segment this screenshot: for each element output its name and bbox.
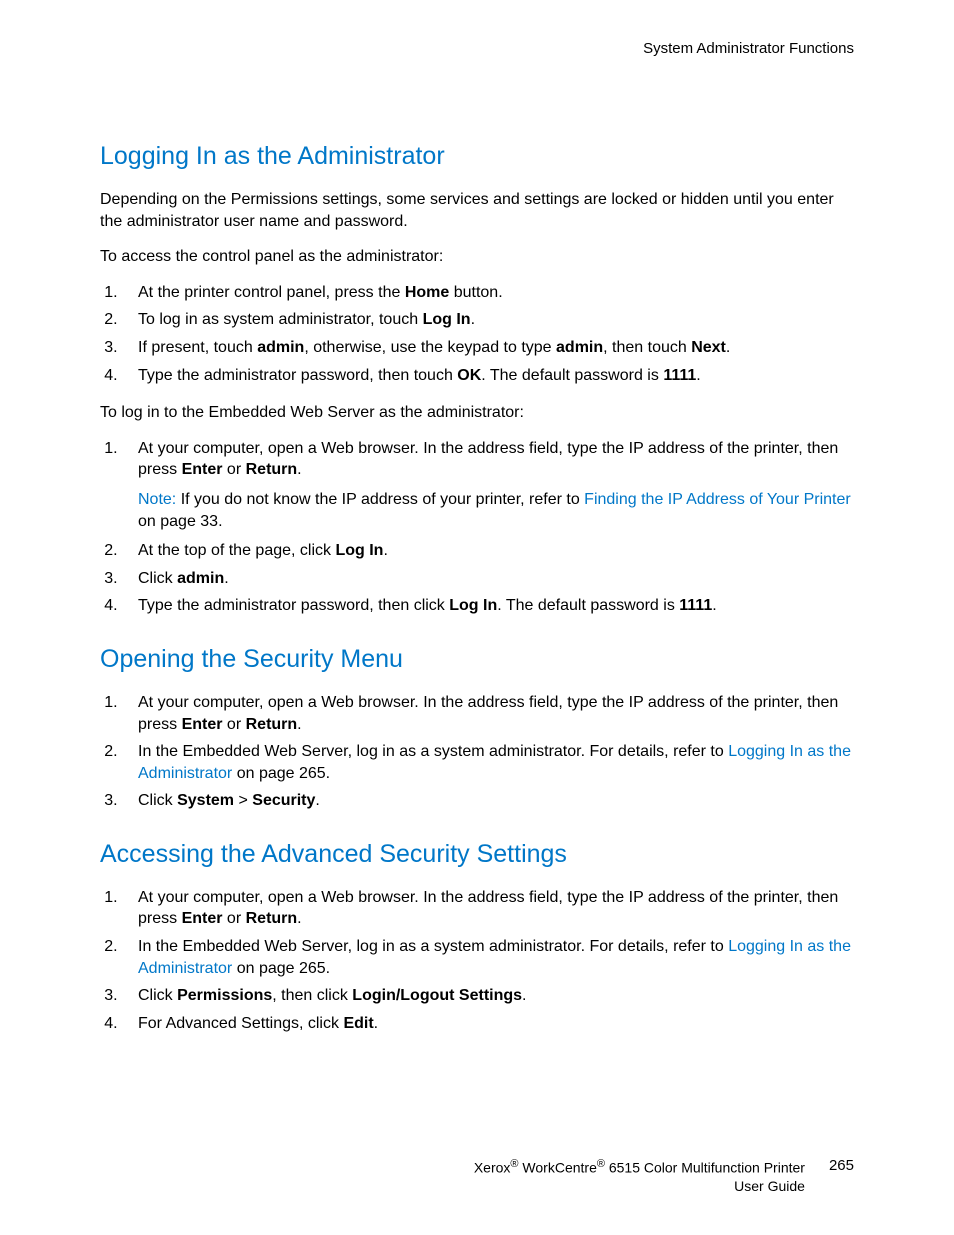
list-b: At your computer, open a Web browser. In… <box>100 438 854 617</box>
list-item: At the top of the page, click Log In. <box>122 540 854 562</box>
list-item: Type the administrator password, then cl… <box>122 595 854 617</box>
list-item: At your computer, open a Web browser. In… <box>122 438 854 532</box>
list-item: Click System > Security. <box>122 790 854 812</box>
link-ip-address[interactable]: Finding the IP Address of Your Printer <box>584 491 851 508</box>
heading-logging-in: Logging In as the Administrator <box>100 142 854 171</box>
list-item: Click Permissions, then click Login/Logo… <box>122 985 854 1007</box>
page-header: System Administrator Functions <box>100 40 854 57</box>
list-item: For Advanced Settings, click Edit. <box>122 1013 854 1035</box>
list-security: At your computer, open a Web browser. In… <box>100 692 854 812</box>
list-item: At your computer, open a Web browser. In… <box>122 692 854 735</box>
list-item: Type the administrator password, then to… <box>122 365 854 387</box>
note-label: Note: <box>138 491 181 508</box>
list-item: If present, touch admin, otherwise, use … <box>122 337 854 359</box>
sub-a-lead: To access the control panel as the admin… <box>100 246 854 268</box>
heading-security-menu: Opening the Security Menu <box>100 645 854 674</box>
section-advanced-security: Accessing the Advanced Security Settings… <box>100 840 854 1035</box>
list-item: In the Embedded Web Server, log in as a … <box>122 741 854 784</box>
list-item: In the Embedded Web Server, log in as a … <box>122 936 854 979</box>
sub-b-lead: To log in to the Embedded Web Server as … <box>100 402 854 424</box>
section-logging-in: Logging In as the Administrator Dependin… <box>100 142 854 617</box>
section-security-menu: Opening the Security Menu At your comput… <box>100 645 854 812</box>
page-footer: Xerox® WorkCentre® 6515 Color Multifunct… <box>100 1157 854 1195</box>
list-item: To log in as system administrator, touch… <box>122 309 854 331</box>
list-item: At the printer control panel, press the … <box>122 282 854 304</box>
page-number: 265 <box>829 1157 854 1195</box>
list-advanced: At your computer, open a Web browser. In… <box>100 887 854 1035</box>
intro-paragraph: Depending on the Permissions settings, s… <box>100 189 854 232</box>
header-text: System Administrator Functions <box>643 40 854 57</box>
list-item: Click admin. <box>122 568 854 590</box>
note-block: Note: If you do not know the IP address … <box>138 489 854 532</box>
list-item: At your computer, open a Web browser. In… <box>122 887 854 930</box>
list-a: At the printer control panel, press the … <box>100 282 854 386</box>
heading-advanced-security: Accessing the Advanced Security Settings <box>100 840 854 869</box>
footer-product: Xerox® WorkCentre® 6515 Color Multifunct… <box>474 1157 805 1195</box>
